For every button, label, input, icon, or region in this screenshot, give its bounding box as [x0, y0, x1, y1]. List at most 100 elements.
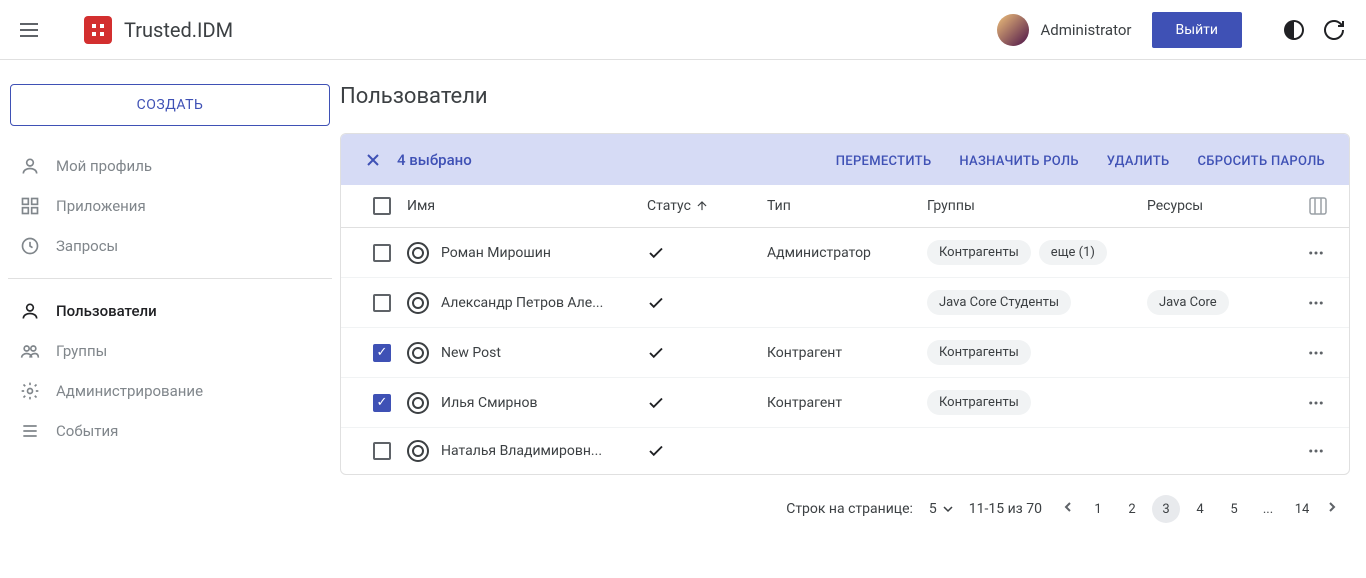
table-header-row: Имя Статус Тип Группы Ресурсы: [341, 185, 1349, 228]
row-checkbox[interactable]: [373, 394, 391, 412]
row-checkbox[interactable]: [373, 344, 391, 362]
table-row: New Post КонтрагентКонтрагенты: [341, 328, 1349, 378]
column-header-resources[interactable]: Ресурсы: [1147, 198, 1287, 214]
page-number[interactable]: 2: [1118, 495, 1146, 523]
nav-icon: [20, 381, 40, 401]
brand-title: Trusted.IDM: [124, 18, 233, 42]
app-header: Trusted.IDM Administrator Выйти: [0, 0, 1366, 60]
user-name-label: Роман Мирошин: [441, 245, 551, 261]
resource-chip[interactable]: Java Core: [1147, 290, 1229, 315]
user-type-label: Контрагент: [767, 345, 927, 361]
app-logo-icon: [84, 16, 112, 44]
prev-page-icon[interactable]: [1058, 497, 1078, 521]
check-icon: [647, 442, 665, 460]
menu-toggle-button[interactable]: [20, 18, 44, 42]
nav-divider: [8, 278, 332, 279]
nav-item-label: Администрирование: [56, 382, 203, 400]
row-checkbox[interactable]: [373, 294, 391, 312]
user-type-label: Контрагент: [767, 395, 927, 411]
column-header-name[interactable]: Имя: [407, 198, 647, 214]
user-avatar-icon: [407, 292, 429, 314]
sidebar-item[interactable]: Группы: [8, 331, 332, 371]
sidebar-item[interactable]: Запросы: [8, 226, 332, 266]
row-actions-button[interactable]: [1287, 244, 1333, 262]
nav-icon: [20, 341, 40, 361]
row-checkbox[interactable]: [373, 442, 391, 460]
rows-per-page-label: Строк на странице:: [786, 501, 913, 517]
selection-count-label: 4 выбрано: [397, 151, 472, 169]
group-chip[interactable]: Контрагенты: [927, 390, 1031, 415]
table-row: Илья Смирнов КонтрагентКонтрагенты: [341, 378, 1349, 428]
row-actions-button[interactable]: [1287, 294, 1333, 312]
page-number[interactable]: 1: [1084, 495, 1112, 523]
nav-item-label: Запросы: [56, 237, 118, 255]
nav-item-label: Приложения: [56, 197, 146, 215]
sidebar-item[interactable]: События: [8, 411, 332, 451]
pagination-range-label: 11-15 из 70: [969, 501, 1042, 517]
logout-button[interactable]: Выйти: [1152, 12, 1243, 48]
row-actions-button[interactable]: [1287, 442, 1333, 460]
selection-action[interactable]: ПЕРЕМЕСТИТЬ: [836, 154, 932, 169]
table-row: Роман МирошинАдминистраторКонтрагентыеще…: [341, 228, 1349, 278]
user-avatar-icon: [407, 440, 429, 462]
column-settings-icon[interactable]: [1287, 197, 1327, 215]
selection-action[interactable]: СБРОСИТЬ ПАРОЛЬ: [1197, 154, 1325, 169]
group-chip[interactable]: Контрагенты: [927, 240, 1031, 265]
check-icon: [647, 244, 665, 262]
group-chip[interactable]: Java Core Студенты: [927, 290, 1071, 315]
table-row: Наталья Владимировн...: [341, 428, 1349, 474]
group-chip[interactable]: еще (1): [1039, 240, 1107, 265]
column-header-type[interactable]: Тип: [767, 198, 927, 214]
theme-toggle-icon[interactable]: [1282, 18, 1306, 42]
page-number[interactable]: 4: [1186, 495, 1214, 523]
selection-action[interactable]: УДАЛИТЬ: [1107, 154, 1170, 169]
row-checkbox[interactable]: [373, 244, 391, 262]
create-button[interactable]: СОЗДАТЬ: [10, 84, 330, 126]
page-title: Пользователи: [340, 84, 1350, 109]
chevron-down-icon: [943, 504, 953, 514]
page-number[interactable]: 3: [1152, 495, 1180, 523]
nav-icon: [20, 421, 40, 441]
nav-icon: [20, 156, 40, 176]
check-icon: [647, 294, 665, 312]
nav-item-label: Группы: [56, 342, 107, 360]
user-name-label: Наталья Владимировн...: [441, 443, 602, 459]
nav-icon: [20, 236, 40, 256]
user-name-label: Илья Смирнов: [441, 395, 537, 411]
check-icon: [647, 394, 665, 412]
user-avatar-icon: [407, 242, 429, 264]
page-number[interactable]: 5: [1220, 495, 1248, 523]
column-header-status[interactable]: Статус: [647, 198, 767, 214]
sort-asc-icon: [695, 199, 709, 213]
main-content: Пользователи 4 выбрано ПЕРЕМЕСТИТЬ НАЗНАЧ…: [340, 60, 1366, 578]
clear-selection-icon[interactable]: [365, 152, 381, 168]
user-avatar-icon: [407, 342, 429, 364]
pagination-ellipsis: ...: [1254, 495, 1282, 523]
nav-item-label: Пользователи: [56, 302, 157, 320]
selection-toolbar: 4 выбрано ПЕРЕМЕСТИТЬ НАЗНАЧИТЬ РОЛЬ УДАЛИ…: [341, 134, 1349, 185]
sidebar-item[interactable]: Мой профиль: [8, 146, 332, 186]
next-page-icon[interactable]: [1322, 497, 1342, 521]
nav-icon: [20, 196, 40, 216]
selection-action[interactable]: НАЗНАЧИТЬ РОЛЬ: [959, 154, 1078, 169]
group-chip[interactable]: Контрагенты: [927, 340, 1031, 365]
sidebar-item[interactable]: Пользователи: [8, 291, 332, 331]
user-avatar[interactable]: [997, 14, 1029, 46]
sidebar: СОЗДАТЬ Мой профиль Приложения Запросы Пол…: [0, 60, 340, 578]
pagination: Строк на странице: 5 11-15 из 70 12345..…: [340, 475, 1350, 523]
page-number[interactable]: 14: [1288, 495, 1316, 523]
refresh-icon[interactable]: [1322, 18, 1346, 42]
row-actions-button[interactable]: [1287, 344, 1333, 362]
row-actions-button[interactable]: [1287, 394, 1333, 412]
select-all-checkbox[interactable]: [373, 197, 391, 215]
sidebar-item[interactable]: Приложения: [8, 186, 332, 226]
column-header-groups[interactable]: Группы: [927, 198, 1147, 214]
users-table-card: 4 выбрано ПЕРЕМЕСТИТЬ НАЗНАЧИТЬ РОЛЬ УДАЛИ…: [340, 133, 1350, 475]
page-size-selector[interactable]: 5: [929, 501, 953, 517]
sidebar-item[interactable]: Администрирование: [8, 371, 332, 411]
check-icon: [647, 344, 665, 362]
nav-icon: [20, 301, 40, 321]
nav-item-label: События: [56, 422, 118, 440]
user-name-label: New Post: [441, 345, 501, 361]
table-row: Александр Петров Але...Java Core Студент…: [341, 278, 1349, 328]
